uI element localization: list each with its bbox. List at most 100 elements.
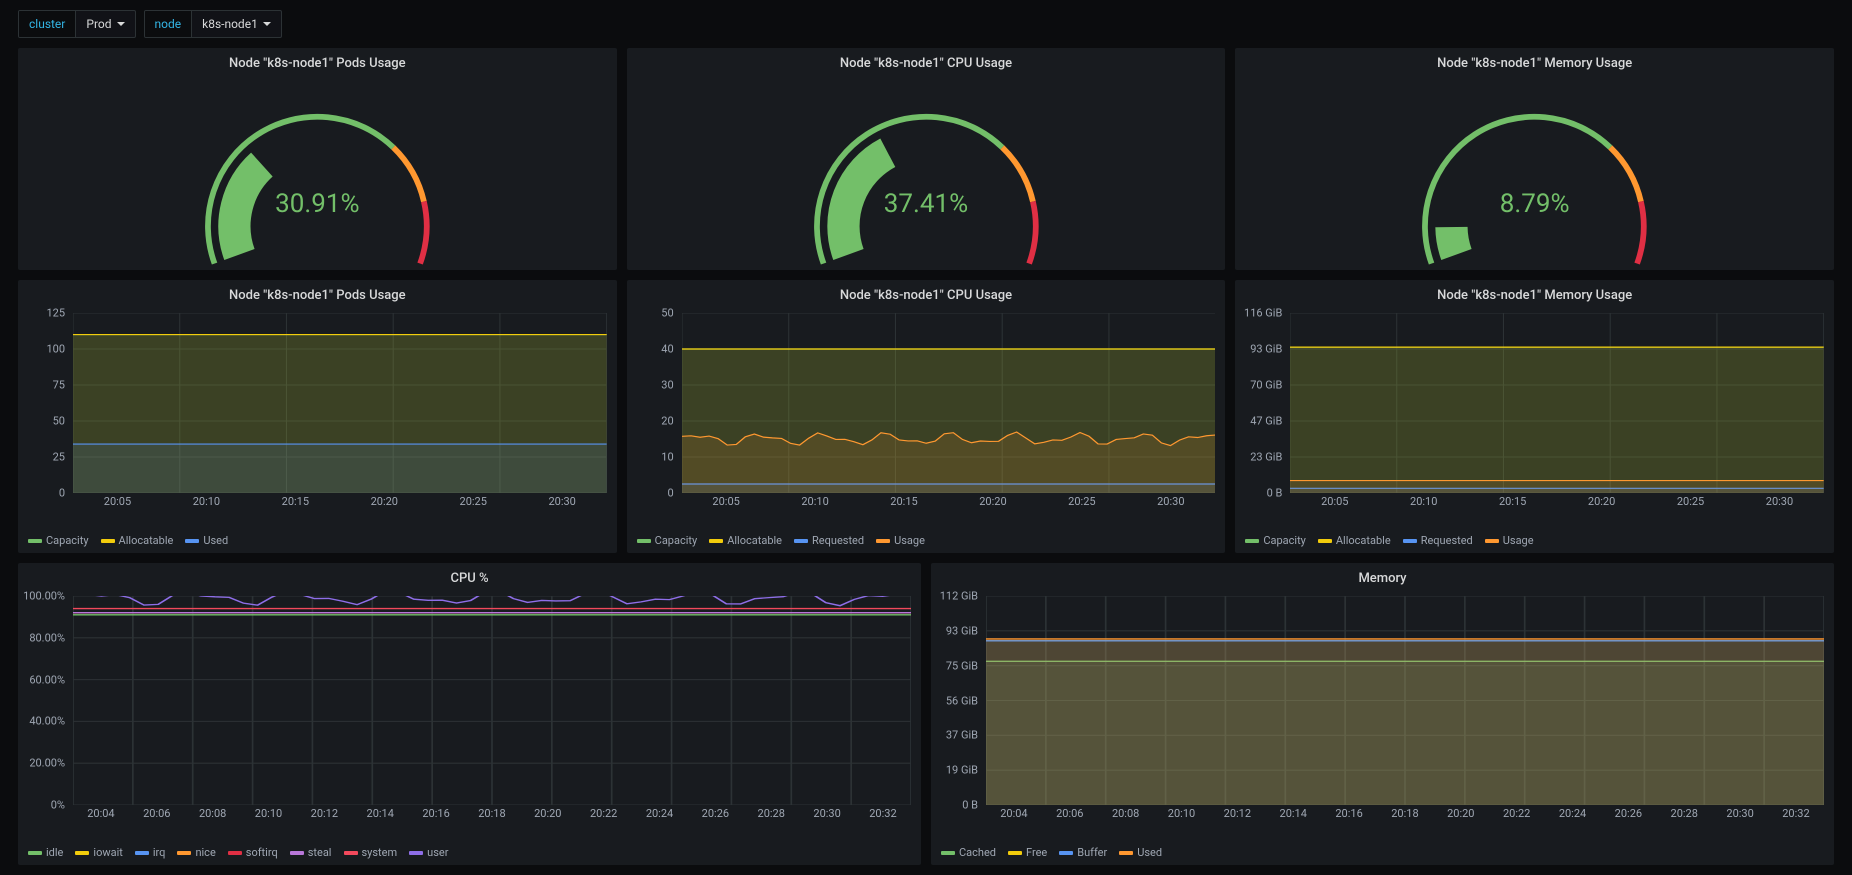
- x-tick: 20:20: [534, 807, 561, 823]
- legend-item[interactable]: irq: [135, 846, 166, 859]
- y-tick: 93 GiB: [946, 624, 978, 637]
- legend-item[interactable]: iowait: [75, 846, 122, 859]
- y-tick: 40: [661, 343, 673, 356]
- legend-label: iowait: [93, 846, 122, 859]
- legend-swatch: [1119, 851, 1133, 855]
- legend-label: Buffer: [1077, 846, 1107, 859]
- legend-swatch: [28, 539, 42, 543]
- chart-plot[interactable]: [73, 313, 607, 493]
- x-tick: 20:30: [1766, 495, 1793, 511]
- legend-label: steal: [308, 846, 332, 859]
- legend-item[interactable]: steal: [290, 846, 332, 859]
- legend-item[interactable]: nice: [177, 846, 215, 859]
- gauge-panel[interactable]: Node "k8s-node1" CPU Usage 37.41%: [627, 48, 1226, 270]
- panel-title: CPU %: [18, 563, 921, 590]
- legend-item[interactable]: Allocatable: [709, 534, 782, 547]
- gauge-value: 8.79%: [1500, 189, 1570, 219]
- legend-item[interactable]: system: [344, 846, 398, 859]
- x-axis: 20:0520:1020:1520:2020:2520:30: [1290, 495, 1824, 511]
- timeseries-panel[interactable]: Node "k8s-node1" Memory Usage 0 B23 GiB4…: [1235, 280, 1834, 553]
- legend-swatch: [1403, 539, 1417, 543]
- legend-item[interactable]: Cached: [941, 846, 996, 859]
- legend-item[interactable]: user: [409, 846, 448, 859]
- legend-swatch: [228, 851, 242, 855]
- y-tick: 0 B: [1267, 487, 1283, 500]
- legend-item[interactable]: Buffer: [1059, 846, 1107, 859]
- legend-label: Requested: [1421, 534, 1473, 547]
- gauge-chart: [627, 75, 1226, 297]
- x-tick: 20:06: [143, 807, 170, 823]
- x-tick: 20:28: [1671, 807, 1698, 823]
- timeseries-panel[interactable]: Node "k8s-node1" Pods Usage 025507510012…: [18, 280, 617, 553]
- legend-item[interactable]: Used: [1119, 846, 1162, 859]
- x-tick: 20:12: [1224, 807, 1251, 823]
- chevron-down-icon: [117, 22, 125, 26]
- y-axis: 0255075100125: [18, 313, 73, 493]
- chart-plot[interactable]: [682, 313, 1216, 493]
- x-tick: 20:32: [1782, 807, 1809, 823]
- legend-swatch: [1318, 539, 1332, 543]
- legend-item[interactable]: Usage: [876, 534, 925, 547]
- legend-item[interactable]: Requested: [1403, 534, 1473, 547]
- legend-label: irq: [153, 846, 166, 859]
- node-picker[interactable]: node k8s-node1: [144, 10, 282, 38]
- legend-swatch: [709, 539, 723, 543]
- x-tick: 20:30: [548, 495, 575, 511]
- x-tick: 20:25: [1068, 495, 1095, 511]
- y-tick: 0: [667, 487, 673, 500]
- legend-swatch: [135, 851, 149, 855]
- timeseries-panel[interactable]: CPU % 0%20.00%40.00%60.00%80.00%100.00% …: [18, 563, 921, 865]
- legend-label: Capacity: [655, 534, 698, 547]
- legend-item[interactable]: Used: [185, 534, 228, 547]
- chevron-down-icon: [263, 22, 271, 26]
- legend-swatch: [185, 539, 199, 543]
- cluster-value[interactable]: Prod: [76, 11, 134, 37]
- timeseries-panel[interactable]: Node "k8s-node1" CPU Usage 01020304050 2…: [627, 280, 1226, 553]
- legend-item[interactable]: Capacity: [1245, 534, 1306, 547]
- legend-swatch: [75, 851, 89, 855]
- y-tick: 20: [661, 415, 673, 428]
- legend-label: idle: [46, 846, 63, 859]
- gauge-panel[interactable]: Node "k8s-node1" Memory Usage 8.79%: [1235, 48, 1834, 270]
- legend-swatch: [28, 851, 42, 855]
- legend-item[interactable]: Requested: [794, 534, 864, 547]
- legend-item[interactable]: idle: [28, 846, 63, 859]
- legend-item[interactable]: Allocatable: [1318, 534, 1391, 547]
- x-tick: 20:04: [1000, 807, 1027, 823]
- cluster-picker[interactable]: cluster Prod: [18, 10, 136, 38]
- x-tick: 20:25: [460, 495, 487, 511]
- legend-item[interactable]: softirq: [228, 846, 278, 859]
- legend-label: softirq: [246, 846, 278, 859]
- chart-plot[interactable]: [73, 596, 911, 805]
- x-tick: 20:16: [422, 807, 449, 823]
- chart-plot[interactable]: [986, 596, 1824, 805]
- x-tick: 20:20: [979, 495, 1006, 511]
- y-tick: 50: [53, 415, 65, 428]
- x-tick: 20:15: [282, 495, 309, 511]
- y-tick: 56 GiB: [946, 694, 978, 707]
- x-tick: 20:10: [1168, 807, 1195, 823]
- x-tick: 20:22: [1503, 807, 1530, 823]
- y-tick: 125: [46, 307, 65, 320]
- node-label: node: [145, 11, 193, 37]
- y-tick: 0 B: [962, 799, 978, 812]
- y-tick: 37 GiB: [946, 729, 978, 742]
- gauge-panel[interactable]: Node "k8s-node1" Pods Usage 30.91%: [18, 48, 617, 270]
- x-tick: 20:18: [1391, 807, 1418, 823]
- y-tick: 30: [661, 379, 673, 392]
- legend-swatch: [101, 539, 115, 543]
- chart-plot[interactable]: [1290, 313, 1824, 493]
- legend-swatch: [794, 539, 808, 543]
- timeseries-panel[interactable]: Memory 0 B19 GiB37 GiB56 GiB75 GiB93 GiB…: [931, 563, 1834, 865]
- legend-swatch: [637, 539, 651, 543]
- x-tick: 20:14: [1280, 807, 1307, 823]
- legend-item[interactable]: Free: [1008, 846, 1047, 859]
- legend-swatch: [941, 851, 955, 855]
- legend-swatch: [290, 851, 304, 855]
- legend-item[interactable]: Capacity: [28, 534, 89, 547]
- legend-item[interactable]: Allocatable: [101, 534, 174, 547]
- legend-item[interactable]: Usage: [1485, 534, 1534, 547]
- legend-item[interactable]: Capacity: [637, 534, 698, 547]
- legend-label: Used: [1137, 846, 1162, 859]
- node-value[interactable]: k8s-node1: [192, 11, 281, 37]
